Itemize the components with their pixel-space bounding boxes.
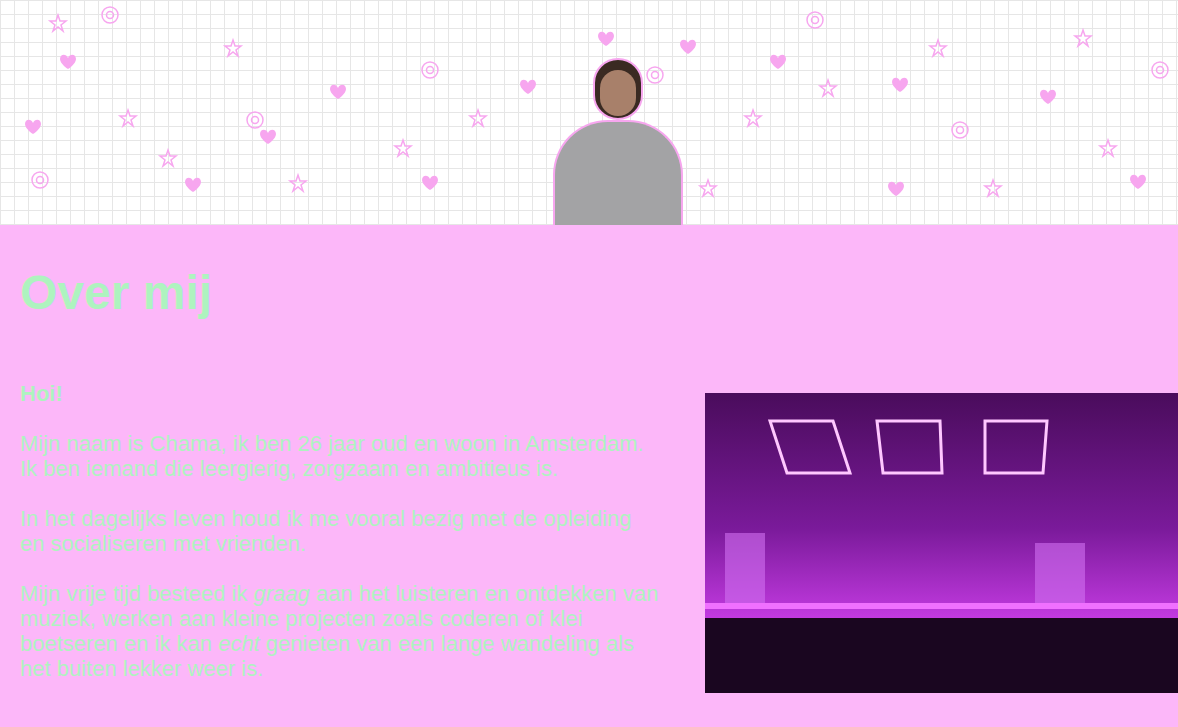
paragraph: Mijn vrije tijd besteed ik graag aan het… [20, 581, 660, 681]
text-run: In het dagelijks leven houd ik me vooral… [20, 506, 632, 556]
paragraph: Hoi! [20, 381, 660, 406]
paragraph: In het dagelijks leven houd ik me vooral… [20, 506, 660, 556]
text-run: Hoi! [20, 381, 63, 406]
text-line: In het dagelijks leven houd ik me vooral… [20, 506, 660, 556]
about-section: Over mij Hoi! Mijn naam is Chama, ik ben … [0, 225, 1178, 693]
text-run: graag [254, 581, 310, 606]
text-run: echt [218, 631, 260, 656]
text-run: Mijn vrije tijd besteed ik [20, 581, 254, 606]
heading: Over mij [20, 267, 1158, 319]
text-line: Ik ben iemand die leergierig, zorgzaam e… [20, 456, 660, 481]
text-run: Ik ben iemand die leergierig, zorgzaam e… [20, 456, 558, 481]
portrait-photo [553, 58, 683, 225]
text-run: Mijn naam is Chama, ik ben 26 jaar oud e… [20, 431, 644, 456]
banner [0, 0, 1178, 225]
concert-photo [705, 393, 1178, 693]
text-line: Mijn vrije tijd besteed ik graag aan het… [20, 581, 660, 681]
text-line: Mijn naam is Chama, ik ben 26 jaar oud e… [20, 431, 660, 456]
intro-text: Hoi! Mijn naam is Chama, ik ben 26 jaar o… [20, 381, 660, 681]
paragraph: Mijn naam is Chama, ik ben 26 jaar oud e… [20, 431, 660, 481]
text-line: Hoi! [20, 381, 660, 406]
